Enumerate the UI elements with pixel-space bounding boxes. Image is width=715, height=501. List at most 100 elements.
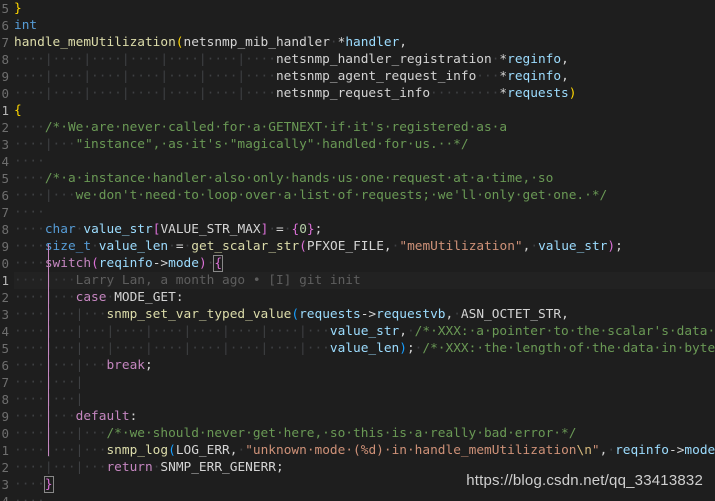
token-parameter: reginfo: [507, 52, 562, 67]
code-line[interactable]: ····/*·We·are·never·called·for·a·GETNEXT…: [14, 119, 715, 136]
token-function-name: handle_memUtilization: [14, 35, 176, 50]
token-function-call: snmp_set_var_typed_value: [106, 307, 292, 322]
code-line[interactable]: {: [14, 102, 715, 119]
code-line[interactable]: ····: [14, 204, 715, 221]
line-number: 6: [1, 188, 9, 203]
token-colon: :: [175, 290, 184, 305]
token-whitespace: ·: [168, 239, 176, 254]
code-line[interactable]: int: [14, 17, 715, 34]
code-line[interactable]: ····|···|···/*·we·should·never·get·here,…: [14, 425, 715, 442]
line-number: 6: [1, 358, 9, 373]
token-type: netsnmp_mib_handler: [183, 35, 330, 50]
active-indent-guide: [48, 244, 49, 456]
line-number: 5: [1, 171, 9, 186]
token-parameter: requests: [507, 86, 569, 101]
token-semicolon: ;: [615, 239, 623, 254]
token-comma: ,: [561, 69, 569, 84]
code-line[interactable]: ····|···|···|····|····|····|····|····|··…: [14, 340, 715, 357]
line-number: 9: [1, 409, 9, 424]
token-brace: }: [14, 1, 22, 16]
token-colon: :: [129, 409, 138, 424]
token-paren: (: [291, 307, 300, 322]
token-constant: VALUE_STR_MAX: [160, 222, 261, 237]
line-number-list: 5 6 7 8 9 0 1 2 3 4 5 6 7 8 9 0 1 2 3 4 …: [0, 0, 14, 501]
code-line[interactable]: ····|···|···snmp_set_var_typed_value(req…: [14, 306, 715, 323]
code-line[interactable]: ····|···|: [14, 391, 715, 408]
code-line[interactable]: ····|···case·MODE_GET:: [14, 289, 715, 306]
token-indent: ····|····|····|····|····|····|····: [14, 86, 276, 101]
token-indent: ····: [14, 154, 45, 169]
line-number: 1: [1, 443, 9, 458]
line-number: 0: [1, 426, 9, 441]
token-operator: *: [499, 69, 508, 84]
token-indent: ····: [14, 171, 45, 186]
token-control-keyword: default: [75, 409, 130, 424]
token-constant: SNMP_ERR_GENERR: [160, 460, 276, 475]
token-indent: ····|···|···|····|····|····|····|····|··…: [14, 341, 330, 356]
line-number: 4: [1, 324, 9, 339]
token-whitespace: ·: [530, 239, 539, 254]
token-indent: ····|···: [14, 409, 76, 424]
token-type: netsnmp_agent_request_info: [275, 69, 477, 84]
code-line[interactable]: ····switch(reqinfo->mode)·{: [14, 255, 715, 272]
token-indent: ····|···|···: [14, 358, 107, 373]
token-paren: (: [299, 239, 307, 254]
line-number: 8: [1, 392, 9, 407]
token-indent: ····|···: [14, 137, 76, 152]
code-line[interactable]: ····|····|····|····|····|····|····netsnm…: [14, 85, 715, 102]
git-blame-annotation[interactable]: ····|···Larry Lan, a month ago • [I] git…: [14, 272, 715, 289]
token-variable: value_str: [538, 239, 608, 254]
code-editor[interactable]: 5 6 7 8 9 0 1 2 3 4 5 6 7 8 9 0 1 2 3 4 …: [0, 0, 715, 501]
token-variable: reqinfo: [615, 443, 669, 458]
token-semicolon: ;: [144, 358, 153, 373]
token-whitespace: ·········: [430, 86, 500, 101]
token-operator: *: [499, 52, 508, 67]
token-string: "unknown·mode·(%d)·in·handle_memUtilizat…: [245, 443, 577, 458]
line-number: 3: [1, 477, 9, 492]
code-line[interactable]: ····|····|····|····|····|····|····netsnm…: [14, 51, 715, 68]
code-line[interactable]: ····size_t·value_len·=·get_scalar_str(PF…: [14, 238, 715, 255]
token-paren: (: [168, 443, 176, 458]
token-function-call: snmp_log: [106, 443, 169, 458]
token-variable: requests: [299, 307, 361, 322]
line-number: 0: [1, 86, 9, 101]
line-number: 1: [1, 273, 9, 288]
line-number: 1: [1, 103, 9, 118]
code-line[interactable]: ····|···default:: [14, 408, 715, 425]
token-whitespace: ·: [268, 222, 277, 237]
code-line[interactable]: ····: [14, 493, 715, 501]
code-line[interactable]: ····|····|····|····|····|····|····netsnm…: [14, 68, 715, 85]
token-comment: "instance",·as·it's·"magically"·handled·…: [75, 137, 469, 152]
code-line[interactable]: ····|···|···snmp_log(LOG_ERR,·"unknown·m…: [14, 442, 715, 459]
token-indent: ····: [14, 477, 45, 492]
line-number: 7: [1, 35, 9, 50]
token-operator: *: [499, 86, 508, 101]
code-line[interactable]: ····: [14, 153, 715, 170]
code-line[interactable]: ····|···|···|····|····|····|····|····|··…: [14, 323, 715, 340]
token-operator: =: [175, 239, 184, 254]
line-number: 4: [0, 493, 14, 501]
line-number: 3: [1, 137, 9, 152]
code-line[interactable]: ····/*·a·instance·handler·also·only·hand…: [14, 170, 715, 187]
line-number: 2: [1, 460, 9, 475]
token-variable: value_len: [98, 239, 169, 254]
token-control-keyword: switch: [44, 256, 92, 271]
code-line[interactable]: ····|···"instance",·as·it's·"magically"·…: [14, 136, 715, 153]
token-indent: ····: [14, 120, 45, 135]
code-line[interactable]: }: [14, 0, 715, 17]
token-function-call: get_scalar_str: [191, 239, 300, 254]
token-comment: /*·XXX:·the·length·of·the·data·in·bytes·…: [422, 341, 715, 356]
token-comma: ,: [383, 239, 392, 254]
line-number: 2: [1, 120, 9, 135]
token-operator: ->: [152, 256, 169, 271]
code-line[interactable]: ····|···|: [14, 374, 715, 391]
token-whitespace: ·: [607, 443, 616, 458]
token-control-keyword: case: [75, 290, 107, 305]
code-line[interactable]: handle_memUtilization(netsnmp_mib_handle…: [14, 34, 715, 51]
token-comment: /*·a·instance·handler·also·only·hands·us…: [44, 171, 554, 186]
token-indent: ····|····|····|····|····|····|····: [14, 52, 276, 67]
code-line[interactable]: ····|···|···break;: [14, 357, 715, 374]
code-content[interactable]: } int handle_memUtilization(netsnmp_mib_…: [14, 0, 715, 501]
code-line[interactable]: ····|···we·don't·need·to·loop·over·a·lis…: [14, 187, 715, 204]
code-line[interactable]: ····char·value_str[VALUE_STR_MAX]·=·{0};: [14, 221, 715, 238]
